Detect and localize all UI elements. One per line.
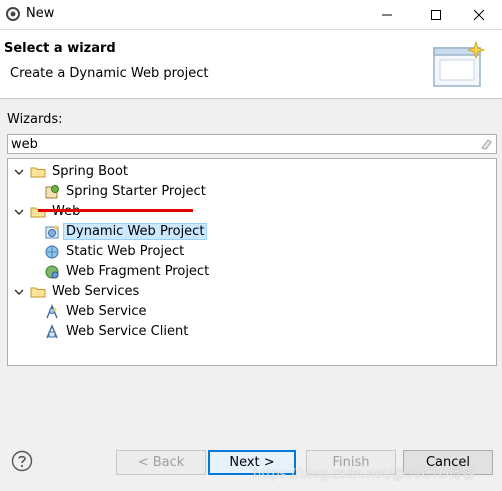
tree-item-web-fragment-project[interactable]: Web Fragment Project	[44, 262, 211, 281]
maximize-icon	[431, 9, 441, 20]
web-service-icon	[46, 303, 58, 318]
tree-item-label: Web Services	[52, 284, 140, 299]
clear-filter-icon[interactable]	[479, 137, 493, 151]
wizards-label: Wizards:	[7, 112, 63, 127]
tree-item-label: Web Service	[66, 304, 147, 319]
chevron-down-icon[interactable]	[14, 167, 24, 177]
tree-item-label: Dynamic Web Project	[62, 223, 208, 240]
tree-item-web-services[interactable]: Web Services	[14, 282, 141, 301]
wizard-filter-box	[7, 134, 497, 154]
folder-icon	[30, 167, 46, 177]
dynamic-web-project-icon	[45, 224, 59, 238]
window-title: New	[26, 6, 55, 21]
tree-item-label: Web Service Client	[66, 324, 189, 339]
banner-title: Select a wizard	[4, 41, 116, 56]
banner-description: Create a Dynamic Web project	[10, 66, 209, 81]
static-web-project-icon	[45, 245, 59, 258]
chevron-down-icon[interactable]	[14, 287, 24, 297]
tree-item-label: Web Fragment Project	[66, 264, 210, 279]
web-fragment-project-icon	[45, 265, 59, 278]
watermark-text: https://blog.csdn.net/@51CTO博客	[253, 467, 475, 482]
eclipse-app-icon	[6, 7, 20, 21]
close-button[interactable]	[456, 0, 502, 29]
wizard-banner: Select a wizard Create a Dynamic Web pro…	[0, 30, 502, 99]
tree-item-spring-starter-project[interactable]: Spring Starter Project	[44, 182, 208, 201]
tree-item-label: Static Web Project	[66, 244, 185, 259]
tree-item-web-service[interactable]: Web Service	[44, 302, 149, 321]
spring-starter-project-icon	[45, 184, 59, 198]
folder-icon	[30, 287, 46, 297]
help-icon[interactable]	[11, 450, 33, 472]
new-wizard-banner-icon	[433, 40, 486, 87]
wizard-tree: Spring Boot Spring Starter Project Web D…	[7, 158, 497, 366]
tree-item-dynamic-web-project[interactable]: Dynamic Web Project	[44, 222, 208, 241]
chevron-down-icon[interactable]	[14, 207, 24, 217]
minimize-icon	[382, 14, 392, 15]
tree-item-label: Spring Starter Project	[66, 184, 206, 199]
wizard-filter-input[interactable]	[11, 136, 471, 152]
minimize-button[interactable]	[364, 0, 410, 29]
annotation-underline	[38, 209, 193, 212]
title-bar: New	[0, 0, 502, 30]
tree-item-static-web-project[interactable]: Static Web Project	[44, 242, 186, 261]
back-button[interactable]: < Back	[116, 450, 206, 475]
tree-item-spring-boot[interactable]: Spring Boot	[14, 162, 130, 181]
close-icon	[473, 9, 485, 20]
web-service-client-icon	[46, 323, 58, 338]
maximize-button[interactable]	[413, 0, 459, 29]
tree-item-web-service-client[interactable]: Web Service Client	[44, 322, 190, 341]
tree-item-label: Spring Boot	[52, 164, 129, 179]
